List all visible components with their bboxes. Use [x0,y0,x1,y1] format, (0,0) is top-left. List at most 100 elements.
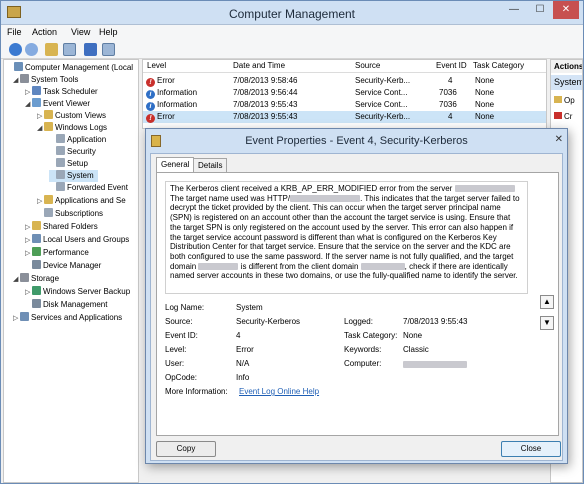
back-arrow-icon[interactable] [9,43,22,56]
tree-item-setup[interactable]: Setup [49,158,88,170]
action-open[interactable]: Op [554,96,575,105]
menu-file[interactable]: File [7,27,22,37]
expander-icon[interactable]: ◢ [13,274,20,286]
tree-item-device-manager[interactable]: Device Manager [32,260,101,272]
source-label: Source: [165,317,193,326]
user-value: N/A [236,359,250,368]
level-value: Error [236,345,254,354]
expander-icon[interactable]: ▷ [25,222,32,234]
event-row-selected[interactable]: ! Error 7/08/2013 9:55:43 Security-Kerb..… [143,111,546,123]
help-icon[interactable] [84,43,97,56]
tree-item-local-users-and-groups[interactable]: ▷ Local Users and Groups [25,234,129,246]
tree-item-label: Device Manager [43,261,102,270]
toolbar [1,41,583,59]
tree-item-applications-and-services[interactable]: ▷ Applications and Se [37,195,126,207]
tree-item-label: Subscriptions [55,209,104,218]
next-event-button[interactable]: ▼ [540,316,554,330]
event-date: 7/08/2013 9:55:43 [233,112,298,121]
window-title: Computer Management [228,7,356,21]
tree-item-performance[interactable]: ▷ Performance [25,247,89,259]
tree-item-subscriptions[interactable]: Subscriptions [37,208,103,220]
tree-item-disk-management[interactable]: Disk Management [32,299,107,311]
maximize-button[interactable]: ☐ [527,1,553,19]
tree-item-label: Shared Folders [43,222,98,231]
expander-icon[interactable]: ▷ [25,248,32,260]
column-header-source[interactable]: Source [355,61,380,70]
menu-help[interactable]: Help [99,27,118,37]
tree-item-computer-management[interactable]: Computer Management (Local [7,62,133,74]
clock-icon [32,86,41,95]
dialog-close-icon[interactable]: ✕ [555,134,563,145]
copy-button[interactable]: Copy [156,441,216,457]
actions-section-system[interactable]: System [551,75,582,90]
tree-item-system-tools[interactable]: ◢ System Tools [13,74,78,86]
redacted-server-name [454,185,515,192]
expander-icon[interactable]: ▷ [37,196,44,208]
menu-action[interactable]: Action [32,27,57,37]
tree-item-system[interactable]: System [49,170,98,182]
tree-item-storage[interactable]: ◢ Storage [13,273,59,285]
event-level: Error [157,112,175,121]
close-button[interactable]: ✕ [553,1,579,19]
redacted-target-domain [198,262,239,270]
event-properties-dialog: Event Properties - Event 4, Security-Ker… [145,128,568,464]
tree-item-services-and-applications[interactable]: ▷ Services and Applications [13,312,122,324]
folder-icon [44,110,53,119]
tree-item-event-viewer[interactable]: ◢ Event Viewer [25,98,90,110]
close-dialog-button[interactable]: Close [501,441,561,457]
event-id: 4 [448,76,453,85]
forward-arrow-icon[interactable] [25,43,38,56]
up-folder-icon[interactable] [45,43,58,56]
tree-item-label: Security [67,147,96,156]
tree-item-windows-server-backup[interactable]: ▷ Windows Server Backup [25,286,130,298]
event-id: 7036 [439,100,457,109]
column-header-level[interactable]: Level [147,61,166,70]
event-description[interactable]: The Kerberos client received a KRB_AP_ER… [165,181,528,294]
redacted-computer-value [403,360,467,369]
tree-item-label: Services and Applications [31,313,123,322]
minimize-button[interactable]: — [501,1,527,19]
description-text: is different from the client domain [240,261,359,271]
show-hide-tree-icon[interactable] [63,43,76,56]
event-category: None [475,112,495,121]
tree-item-forwarded-events[interactable]: Forwarded Event [49,182,128,194]
expander-icon[interactable]: ▷ [13,313,20,325]
menu-view[interactable]: View [71,27,90,37]
tree-item-windows-logs[interactable]: ◢ Windows Logs [37,122,107,134]
tree-item-custom-views[interactable]: ▷ Custom Views [37,110,106,122]
action-create[interactable]: Cr [554,112,572,121]
tab-general[interactable]: General [156,157,195,172]
event-row[interactable]: ! Error 7/08/2013 9:58:46 Security-Kerb..… [143,75,546,87]
device-manager-icon [32,260,41,269]
expander-icon[interactable]: ◢ [37,123,44,135]
properties-icon[interactable] [102,43,115,56]
tree-item-shared-folders[interactable]: ▷ Shared Folders [25,221,98,233]
event-row[interactable]: i Information 7/08/2013 9:55:43 Service C… [143,99,546,111]
expander-icon[interactable]: ▷ [25,235,32,247]
logged-label: Logged: [344,317,373,326]
keywords-label: Keywords: [344,345,382,354]
event-source: Security-Kerb... [355,112,411,121]
tree-item-application[interactable]: Application [49,134,106,146]
redacted-spn [290,194,361,202]
event-log-online-help-link[interactable]: Event Log Online Help [239,387,319,396]
event-source: Service Cont... [355,100,408,109]
tree-item-security[interactable]: Security [49,146,96,158]
expander-icon[interactable]: ◢ [13,75,20,87]
computer-icon [14,62,23,71]
tab-details[interactable]: Details [193,158,228,172]
event-row[interactable]: i Information 7/08/2013 9:56:44 Service C… [143,87,546,99]
expander-icon[interactable]: ◢ [25,99,32,111]
previous-event-button[interactable]: ▲ [540,295,554,309]
more-information-label: More Information: [165,387,228,396]
column-header-event-id[interactable]: Event ID [436,61,467,70]
computer-label: Computer: [344,359,382,368]
filter-icon [554,112,562,119]
column-header-date-time[interactable]: Date and Time [233,61,285,70]
information-icon: i [146,102,155,111]
tree-item-task-scheduler[interactable]: ▷ Task Scheduler [25,86,98,98]
column-header-task-category[interactable]: Task Category [473,61,524,70]
expander-icon[interactable]: ▷ [25,287,32,299]
description-text: The Kerberos client received a KRB_AP_ER… [170,184,453,193]
event-id-value: 4 [236,331,241,340]
